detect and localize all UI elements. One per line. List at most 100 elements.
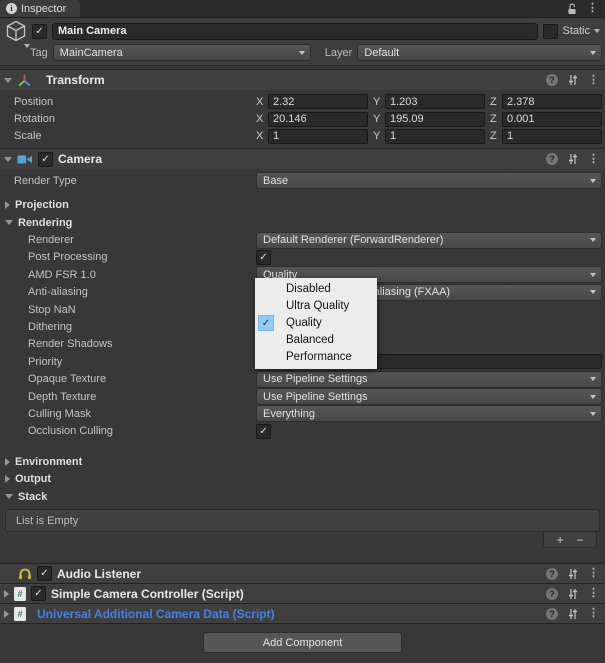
tag-dropdown[interactable]: MainCamera	[52, 44, 311, 61]
help-icon[interactable]: ?	[546, 74, 558, 86]
transform-header[interactable]: Transform ? ⋮	[0, 69, 605, 90]
camera-controller-header[interactable]: # ✓ Simple Camera Controller (Script) ? …	[0, 583, 605, 604]
dropdown-arrow-icon	[590, 411, 596, 416]
culling-mask-dropdown[interactable]: Everything	[256, 405, 602, 423]
popup-item-label: Quality	[286, 316, 322, 329]
transform-title: Transform	[46, 73, 105, 87]
popup-item-balanced[interactable]: Balanced	[255, 332, 377, 349]
kebab-menu-icon[interactable]: ⋮	[588, 74, 599, 86]
render-type-dropdown[interactable]: Base	[256, 172, 602, 190]
projection-foldout[interactable]: Projection	[0, 197, 605, 214]
foldout-open-icon[interactable]	[4, 156, 12, 162]
kebab-menu-icon[interactable]: ⋮	[588, 588, 599, 599]
name-input[interactable]: Main Camera	[52, 22, 539, 40]
opaque-texture-row: Opaque Texture Use Pipeline Settings	[0, 370, 605, 388]
post-processing-row: Post Processing ✓	[0, 249, 605, 266]
tab-bar: i Inspector ⋮	[0, 0, 605, 18]
kebab-menu-icon[interactable]: ⋮	[588, 608, 599, 619]
help-icon[interactable]: ?	[546, 153, 558, 166]
opaque-texture-dropdown[interactable]: Use Pipeline Settings	[256, 370, 602, 388]
camera-controller-title: Simple Camera Controller (Script)	[51, 586, 244, 601]
popup-item-quality[interactable]: ✓ Quality	[255, 314, 377, 332]
dropdown-arrow-icon	[590, 290, 596, 295]
presets-icon[interactable]	[567, 74, 579, 86]
scale-z-field[interactable]: 1	[502, 128, 602, 144]
foldout-open-icon	[5, 220, 13, 226]
fsr-label: AMD FSR 1.0	[28, 268, 96, 281]
presets-icon[interactable]	[567, 608, 579, 620]
static-label: Static	[562, 25, 590, 37]
depth-texture-dropdown[interactable]: Use Pipeline Settings	[256, 388, 602, 406]
position-y-field[interactable]: 1.203	[385, 94, 485, 110]
output-foldout[interactable]: Output	[0, 470, 605, 487]
kebab-menu-icon[interactable]: ⋮	[588, 153, 599, 165]
audio-listener-header[interactable]: ✓ Audio Listener ? ⋮	[0, 563, 605, 584]
help-icon[interactable]: ?	[546, 607, 558, 620]
help-icon[interactable]: ?	[546, 567, 558, 580]
foldout-open-icon[interactable]	[4, 77, 12, 83]
active-checkbox[interactable]: ✓	[32, 23, 47, 39]
camera-enabled-checkbox[interactable]: ✓	[38, 151, 53, 167]
gameobject-icon-group[interactable]	[0, 20, 32, 48]
transform-icon	[18, 74, 31, 86]
presets-icon[interactable]	[567, 153, 579, 165]
kebab-menu-icon[interactable]: ⋮	[587, 3, 598, 14]
add-component-button[interactable]: Add Component	[203, 632, 402, 654]
help-icon[interactable]: ?	[546, 587, 558, 600]
post-processing-checkbox[interactable]: ✓	[256, 249, 271, 265]
popup-item-ultra-quality[interactable]: Ultra Quality	[255, 297, 377, 314]
presets-icon[interactable]	[567, 568, 579, 580]
layer-label: Layer	[324, 46, 353, 59]
axis-x-label: X	[256, 95, 264, 108]
popup-item-disabled[interactable]: Disabled	[255, 280, 377, 297]
dropdown-arrow-icon	[590, 50, 596, 55]
add-to-list-button[interactable]: +	[557, 534, 564, 546]
dithering-label: Dithering	[28, 320, 73, 333]
rendering-foldout[interactable]: Rendering	[0, 214, 605, 231]
rotation-z-field[interactable]: 0.001	[502, 111, 602, 127]
kebab-menu-icon[interactable]: ⋮	[588, 568, 599, 579]
popup-item-label: Disabled	[286, 282, 331, 295]
scale-x-field[interactable]: 1	[268, 128, 368, 144]
renderer-value: Default Renderer (ForwardRenderer)	[263, 234, 444, 247]
audio-listener-checkbox[interactable]: ✓	[37, 566, 52, 582]
renderer-dropdown[interactable]: Default Renderer (ForwardRenderer)	[256, 231, 602, 249]
position-x-field[interactable]: 2.32	[268, 94, 368, 110]
rotation-y-field[interactable]: 195.09	[385, 111, 485, 127]
dropdown-arrow-icon	[590, 377, 596, 382]
position-z-field[interactable]: 2.378	[502, 94, 602, 110]
camera-icon	[17, 155, 32, 164]
audio-listener-title: Audio Listener	[57, 566, 142, 581]
additional-camera-data-header[interactable]: # Universal Additional Camera Data (Scri…	[0, 603, 605, 625]
scale-y-field[interactable]: 1	[385, 128, 485, 144]
selected-check-icon: ✓	[258, 315, 274, 332]
info-icon: i	[6, 3, 17, 14]
opaque-texture-label: Opaque Texture	[28, 373, 107, 386]
culling-mask-row: Culling Mask Everything	[0, 405, 605, 423]
camera-header[interactable]: ✓ Camera ? ⋮	[0, 148, 605, 170]
lock-icon[interactable]	[567, 2, 577, 15]
popup-item-label: Balanced	[286, 334, 334, 347]
foldout-closed-icon[interactable]	[4, 589, 9, 598]
static-dropdown-icon[interactable]	[594, 29, 600, 33]
occlusion-culling-checkbox[interactable]: ✓	[256, 423, 271, 439]
render-type-row: Render Type Base	[0, 172, 605, 190]
stack-foldout[interactable]: Stack	[0, 488, 605, 505]
axis-z-label: Z	[490, 130, 497, 143]
gameobject-header: ✓ Main Camera Static Tag MainCamera Laye…	[0, 18, 605, 66]
rotation-x-field[interactable]: 20.146	[268, 111, 368, 127]
dropdown-arrow-icon	[590, 238, 596, 243]
camera-controller-checkbox[interactable]: ✓	[31, 586, 46, 602]
environment-foldout[interactable]: Environment	[0, 453, 605, 470]
layer-dropdown[interactable]: Default	[357, 44, 602, 61]
renderer-label: Renderer	[28, 234, 74, 247]
remove-from-list-button[interactable]: −	[576, 534, 583, 546]
foldout-closed-icon[interactable]	[4, 609, 9, 618]
static-checkbox[interactable]	[543, 23, 559, 39]
environment-label: Environment	[15, 455, 83, 468]
foldout-closed-icon	[5, 475, 10, 484]
tab-inspector[interactable]: i Inspector	[0, 0, 81, 17]
presets-icon[interactable]	[567, 588, 579, 600]
axis-y-label: Y	[373, 113, 381, 126]
popup-item-performance[interactable]: Performance	[255, 349, 377, 366]
